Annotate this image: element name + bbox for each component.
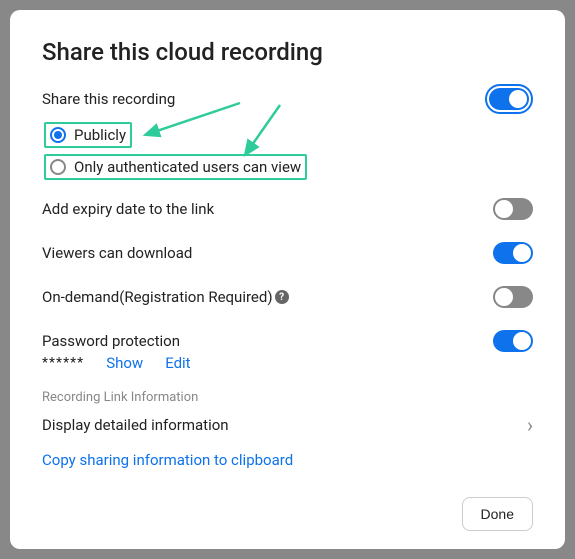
ondemand-label: On-demand(Registration Required) ?: [42, 288, 289, 306]
password-toggle[interactable]: [493, 330, 533, 352]
detail-row[interactable]: Display detailed information ›: [42, 413, 533, 437]
password-row: Password protection: [42, 330, 533, 352]
download-label: Viewers can download: [42, 244, 192, 262]
link-section-header: Recording Link Information: [42, 390, 533, 405]
expiry-row: Add expiry date to the link: [42, 198, 533, 220]
ondemand-row: On-demand(Registration Required) ?: [42, 286, 533, 308]
copy-clipboard-button[interactable]: Copy sharing information to clipboard: [42, 451, 533, 469]
chevron-right-icon: ›: [527, 413, 533, 437]
edit-password-button[interactable]: Edit: [165, 354, 190, 372]
show-password-button[interactable]: Show: [106, 354, 143, 372]
help-icon[interactable]: ?: [275, 290, 289, 304]
share-label: Share this recording: [42, 90, 175, 108]
password-masked: ******: [42, 355, 84, 371]
password-actions: ****** Show Edit: [42, 354, 533, 372]
detail-label: Display detailed information: [42, 416, 229, 434]
radio-icon: [50, 127, 66, 143]
radio-option-authenticated[interactable]: Only authenticated users can view: [44, 154, 307, 180]
radio-icon: [50, 159, 66, 175]
download-toggle[interactable]: [493, 242, 533, 264]
password-label: Password protection: [42, 332, 180, 350]
radio-group: Publicly Only authenticated users can vi…: [42, 122, 533, 180]
share-toggle[interactable]: [485, 84, 533, 114]
radio-label-publicly: Publicly: [74, 126, 126, 144]
ondemand-text: On-demand(Registration Required): [42, 288, 273, 306]
done-button[interactable]: Done: [462, 497, 533, 531]
expiry-label: Add expiry date to the link: [42, 200, 214, 218]
dialog-title: Share this cloud recording: [42, 38, 533, 66]
expiry-toggle[interactable]: [493, 198, 533, 220]
share-toggle-row: Share this recording: [42, 84, 533, 114]
radio-label-authenticated: Only authenticated users can view: [74, 158, 301, 176]
dialog-footer: Done: [462, 497, 533, 531]
ondemand-toggle[interactable]: [493, 286, 533, 308]
radio-option-publicly[interactable]: Publicly: [44, 122, 132, 148]
share-dialog: Share this cloud recording Share this re…: [10, 10, 565, 549]
download-row: Viewers can download: [42, 242, 533, 264]
